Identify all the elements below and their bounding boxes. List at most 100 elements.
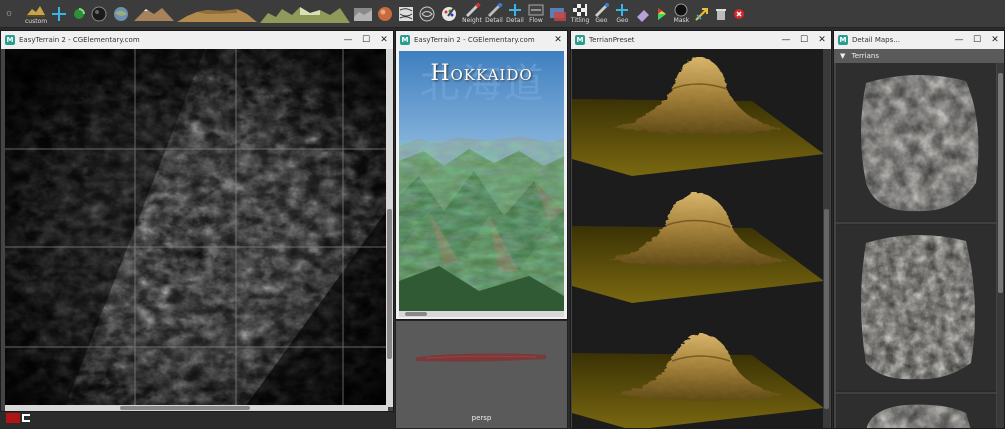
delete-button[interactable] xyxy=(731,2,747,26)
palette-icon xyxy=(442,6,457,21)
minimize-icon[interactable]: — xyxy=(339,35,357,45)
hokkaido-horizontal-scrollbar[interactable] xyxy=(399,311,564,317)
geo-button-1[interactable]: Geo xyxy=(592,2,610,26)
shelf-label-neight: Neight xyxy=(462,17,482,24)
maya-app-icon: M xyxy=(5,35,15,45)
eraser-button[interactable] xyxy=(634,2,652,26)
color-picker-icon xyxy=(658,7,667,20)
terrain-preset-1 xyxy=(572,49,824,176)
mountain-preset-2[interactable] xyxy=(177,2,258,26)
detail-maps-window: M Detail Maps... — ☐ ✕ ▼ Terrians xyxy=(833,30,1005,429)
refresh-icon xyxy=(74,7,86,19)
maximize-icon[interactable]: ☐ xyxy=(968,35,986,45)
detail-button-1[interactable]: Detail xyxy=(485,2,503,26)
rock-detail-1 xyxy=(836,63,996,221)
close-icon[interactable]: ✕ xyxy=(986,35,1004,45)
heightmap-canvas[interactable] xyxy=(5,49,388,407)
globe-button[interactable] xyxy=(111,2,131,26)
shelf-label-detail-1: Detail xyxy=(485,17,503,24)
shelf-label-geo-2: Geo xyxy=(616,17,629,24)
heightmap-window-title: EasyTerrain 2 - CGElementary.com xyxy=(19,36,140,44)
palette-button[interactable] xyxy=(439,2,459,26)
geo-plus-icon xyxy=(616,4,629,16)
perspective-viewport[interactable]: persp xyxy=(395,320,568,429)
noise-icon xyxy=(399,6,414,21)
close-icon[interactable]: ✕ xyxy=(375,35,393,45)
noise-button[interactable] xyxy=(397,2,415,26)
heightmap-image xyxy=(5,49,388,407)
mask-button[interactable]: Mask xyxy=(672,2,690,26)
minimize-icon[interactable]: — xyxy=(777,35,795,45)
minimize-icon[interactable]: — xyxy=(950,35,968,45)
maya-app-icon: M xyxy=(838,35,848,45)
terrians-section-label: Terrians xyxy=(851,52,879,60)
arrow-tool-icon xyxy=(695,7,709,21)
grey-terrain-button[interactable] xyxy=(353,2,373,26)
paint-brush-icon xyxy=(487,3,503,17)
shelf-label-geo-1: Geo xyxy=(595,17,608,24)
add-terrain-button[interactable] xyxy=(50,2,68,26)
terrain-preset-window-title: TerrianPreset xyxy=(589,36,635,44)
checker-icon xyxy=(573,4,588,16)
delete-icon xyxy=(734,8,745,19)
image-plane-icon xyxy=(549,7,566,21)
collapse-triangle-icon: ▼ xyxy=(840,52,846,60)
detail-button-2[interactable]: Detail xyxy=(506,2,524,26)
heightmap-horizontal-scrollbar[interactable] xyxy=(5,405,388,411)
globe-icon xyxy=(114,6,129,21)
shelf-label-detail-2: Detail xyxy=(506,17,524,24)
shelf-label-mask: Mask xyxy=(673,17,690,24)
image-plane-button[interactable] xyxy=(548,2,568,26)
mountain-preset-1[interactable] xyxy=(134,2,175,26)
shelf-handle[interactable]: o xyxy=(5,4,13,24)
heightmap-titlebar[interactable]: M EasyTerrain 2 - CGElementary.com — ☐ ✕ xyxy=(1,31,393,49)
rock-detail-thumbnails xyxy=(836,63,996,428)
geo-button-2[interactable]: Geo xyxy=(613,2,631,26)
heightmap-vertical-scrollbar[interactable] xyxy=(386,49,393,407)
hokkaido-titlebar[interactable]: M EasyTerrain 2 - CGElementary.com ✕ xyxy=(396,31,567,49)
detail-maps-list[interactable] xyxy=(836,63,996,428)
viewport-camera-label: persp xyxy=(471,414,492,422)
plus-icon xyxy=(52,6,67,21)
color-picker-button[interactable] xyxy=(655,2,669,26)
terrain-preset-3 xyxy=(572,303,824,428)
maya-app-icon: M xyxy=(400,35,410,45)
close-icon[interactable]: ✕ xyxy=(549,35,567,45)
terrain-preset-list[interactable] xyxy=(572,49,824,428)
terrain-preset-window: M TerrianPreset — ☐ ✕ xyxy=(570,30,832,429)
hokkaido-window-title: EasyTerrain 2 - CGElementary.com xyxy=(414,36,535,44)
maximize-icon[interactable]: ☐ xyxy=(795,35,813,45)
detail-maps-window-title: Detail Maps... xyxy=(852,36,900,44)
titling-button[interactable]: Titling xyxy=(571,2,589,26)
ridge-terrain-icon xyxy=(177,3,258,24)
refresh-button[interactable] xyxy=(71,2,87,26)
terrain-preset-titlebar[interactable]: M TerrianPreset — ☐ ✕ xyxy=(571,31,831,49)
color-sphere-icon xyxy=(378,6,393,21)
plus-detail-icon xyxy=(508,4,521,16)
mask-sphere-icon xyxy=(674,3,688,17)
detail-maps-scrollbar[interactable] xyxy=(997,63,1004,428)
flow-button[interactable]: Flow xyxy=(527,2,545,26)
detail-maps-titlebar[interactable]: M Detail Maps... — ☐ ✕ xyxy=(834,31,1004,49)
color-sphere-button[interactable] xyxy=(376,2,394,26)
mountain-preset-3[interactable] xyxy=(260,2,351,26)
sphere-button[interactable] xyxy=(90,2,108,26)
trash-button[interactable] xyxy=(714,2,728,26)
terrain-preset-scrollbar[interactable] xyxy=(823,49,830,428)
hokkaido-window: M EasyTerrain 2 - CGElementary.com ✕ 北海道… xyxy=(395,30,568,320)
eraser-icon xyxy=(637,9,650,22)
shelf-button-custom[interactable]: custom xyxy=(25,2,47,26)
viewport-scene xyxy=(396,321,567,428)
neight-button[interactable]: Neight xyxy=(462,2,482,26)
terrians-section-header[interactable]: ▼ Terrians xyxy=(834,49,1004,63)
shelf-toolbar: o custom Neight Detail Detail Flow Titli… xyxy=(0,0,1005,28)
pattern-button[interactable] xyxy=(418,2,436,26)
sphere-icon xyxy=(91,6,107,21)
maximize-icon[interactable]: ☐ xyxy=(357,35,375,45)
rock-detail-3 xyxy=(836,395,996,428)
hokkaido-preview[interactable]: 北海道 Hokkaido xyxy=(399,51,564,313)
pattern-icon xyxy=(419,6,435,21)
arrow-tool-button[interactable] xyxy=(693,2,711,26)
green-terrain-icon xyxy=(260,2,351,25)
close-icon[interactable]: ✕ xyxy=(813,35,831,45)
